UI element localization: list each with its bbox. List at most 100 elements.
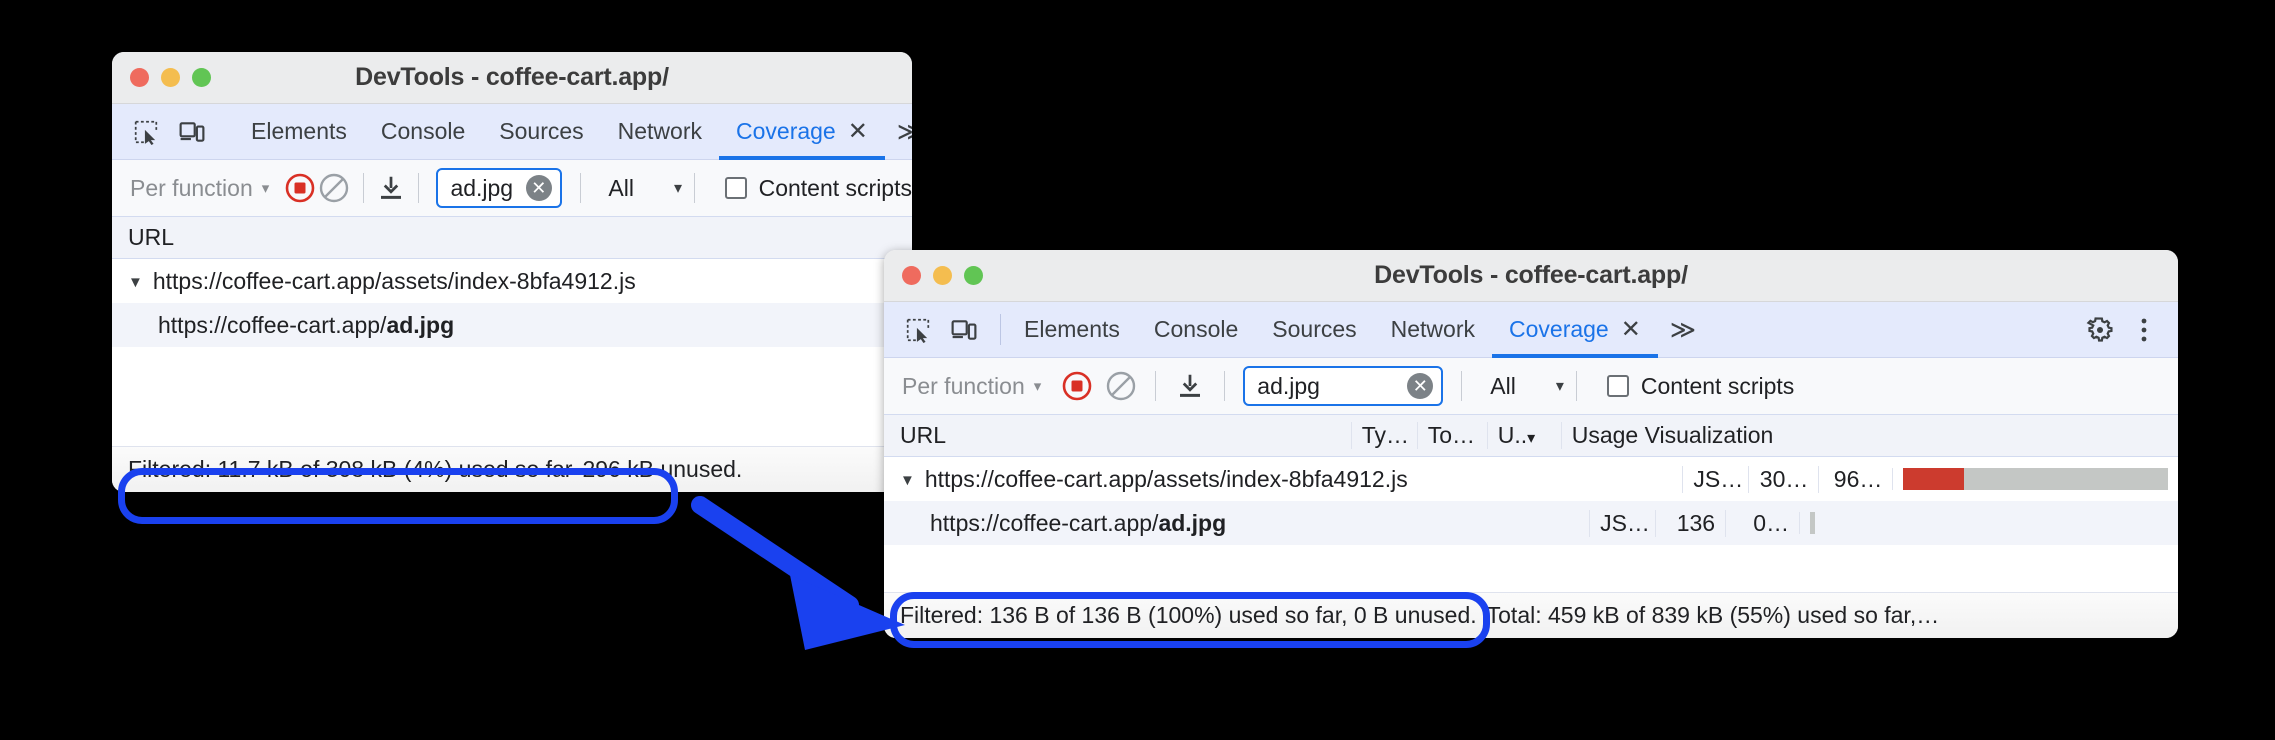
tab-console[interactable]: Console [364,104,482,159]
tab-console[interactable]: Console [1137,302,1255,357]
table-row[interactable]: https://coffee-cart.app/ad.jpg [112,303,912,347]
column-header-unused-label: U.. [1497,422,1528,448]
content-scripts-label: Content scripts [758,174,912,201]
toolbar-divider-4 [694,173,695,203]
back-status-bar: Filtered: 11.7 kB of 308 kB (4%) used so… [112,446,912,492]
clear-filter-icon[interactable]: ✕ [1407,373,1434,399]
tab-label: Coverage [736,118,836,144]
devtools-window-front[interactable]: DevTools - coffee-cart.app/ Elements Con… [884,250,2178,638]
back-left-tool-icons [112,104,222,159]
row-total-bytes-cell: 30… [1748,465,1818,493]
content-scripts-checkbox[interactable]: Content scripts [707,175,912,202]
type-filter-select[interactable]: All ▾ [1474,373,1564,400]
close-icon[interactable]: ✕ [1621,317,1641,342]
device-toolbar-icon[interactable] [944,310,984,350]
row-url-cell: ▼ https://coffee-cart.app/assets/index-8b… [884,466,1682,493]
row-type-cell: JS… [1589,509,1655,537]
granularity-dropdown[interactable]: Per function ▾ [112,175,283,202]
tab-coverage[interactable]: Coverage ✕ [719,104,885,160]
tab-sources[interactable]: Sources [1255,302,1373,357]
content-scripts-checkbox[interactable]: Content scripts [1589,373,1794,400]
more-tabs-icon[interactable]: ≫ [1658,302,1704,357]
tab-label: Network [617,118,702,144]
screenshot-root: DevTools - coffee-cart.app/ Elements Con… [0,0,2275,740]
granularity-label: Per function [902,372,1025,399]
usage-bar-used-segment [1903,468,1965,490]
expand-twisty-icon[interactable]: ▼ [128,274,143,291]
tab-label: Elements [1024,316,1120,342]
back-coverage-grid: URL ▼ https://coffee-cart.app/assets/inde… [112,217,912,347]
usage-bar [1810,512,1816,534]
row-url-cell: ▼ https://coffee-cart.app/assets/index-8b… [112,268,912,295]
type-filter-select[interactable]: All ▾ [592,175,682,202]
tab-label: Coverage [1509,316,1609,342]
chevron-down-icon: ▾ [261,180,270,197]
filter-input[interactable]: ad.jpg ✕ [1243,366,1444,406]
table-row[interactable]: ▼ https://coffee-cart.app/assets/index-8b… [884,457,2178,501]
tab-network[interactable]: Network [1374,302,1492,357]
back-window-titlebar[interactable]: DevTools - coffee-cart.app/ [112,52,912,104]
inspect-element-icon[interactable] [898,310,938,350]
column-header-usage-visualization[interactable]: Usage Visualization [1560,422,2178,449]
tab-sources[interactable]: Sources [482,104,600,159]
devtools-window-back[interactable]: DevTools - coffee-cart.app/ Elements Con… [112,52,912,492]
kebab-menu-icon[interactable] [2124,310,2164,350]
toolbar-divider-2 [417,173,419,203]
front-tabs: Elements Console Sources Network Coverag… [1007,302,1704,358]
column-header-unused-bytes[interactable]: U..▾ [1486,422,1561,449]
toolbar-divider-2 [1224,371,1226,401]
clear-filter-icon[interactable]: ✕ [525,175,552,201]
tab-elements[interactable]: Elements [1007,302,1137,357]
tab-label: Sources [1272,316,1357,342]
back-window-title: DevTools - coffee-cart.app/ [355,63,669,91]
column-header-type[interactable]: Ty… [1350,422,1417,449]
sort-caret-icon: ▾ [1527,430,1536,447]
clear-all-icon[interactable] [317,166,351,210]
column-header-total-bytes[interactable]: To… [1416,422,1487,449]
expand-twisty-icon[interactable]: ▼ [900,472,915,489]
tab-elements[interactable]: Elements [234,104,364,159]
device-toolbar-icon[interactable] [172,112,212,152]
toolbar-divider-3 [1461,371,1463,401]
total-status-text: Total: 459 kB of 839 kB (55%) used so fa… [1486,602,1940,628]
filter-input[interactable]: ad.jpg ✕ [436,168,562,208]
tab-coverage[interactable]: Coverage ✕ [1492,302,1658,358]
tab-label: Console [1153,316,1239,342]
tab-network[interactable]: Network [601,104,719,159]
type-filter-value: All [1490,372,1516,399]
toolbar-divider-4 [1575,371,1577,401]
toolbar-divider-1 [1155,371,1157,401]
usage-bar [1903,468,2168,490]
tab-label: Elements [251,118,347,144]
row-unused-bytes-cell: 96… [1818,465,1892,493]
table-row[interactable]: https://coffee-cart.app/ad.jpg JS… 136 0… [884,501,2178,545]
back-grid-header: URL [112,217,912,259]
inspect-element-icon[interactable] [126,112,166,152]
export-download-icon[interactable] [376,166,406,210]
checkbox-icon[interactable] [724,177,747,199]
type-filter-value: All [608,174,634,201]
more-tabs-icon[interactable]: ≫ [885,104,912,159]
record-stop-icon[interactable] [283,166,317,210]
chevron-down-icon: ▾ [1033,378,1042,395]
row-url-cell: https://coffee-cart.app/ad.jpg [112,312,912,339]
clear-all-icon[interactable] [1099,364,1143,408]
export-download-icon[interactable] [1168,364,1212,408]
table-row[interactable]: ▼ https://coffee-cart.app/assets/index-8b… [112,259,912,303]
gear-icon[interactable] [2080,310,2120,350]
content-scripts-label: Content scripts [1640,372,1795,399]
granularity-label: Per function [130,174,253,201]
column-header-url[interactable]: URL [112,224,912,251]
front-window-titlebar[interactable]: DevTools - coffee-cart.app/ [884,250,2178,302]
row-url-filename: ad.jpg [1158,509,1227,536]
filtered-status-tail: 296 kB unused. [582,456,743,482]
checkbox-icon[interactable] [1606,375,1629,397]
row-url-text: https://coffee-cart.app/ [930,509,1159,536]
column-header-url[interactable]: URL [884,422,1351,449]
tab-label: Network [1390,316,1475,342]
front-status-bar: Filtered: 136 B of 136 B (100%) used so … [884,592,2178,638]
granularity-dropdown[interactable]: Per function ▾ [884,373,1055,400]
chevron-down-icon: ▾ [1555,378,1564,395]
close-icon[interactable]: ✕ [848,119,868,144]
record-stop-icon[interactable] [1055,364,1099,408]
